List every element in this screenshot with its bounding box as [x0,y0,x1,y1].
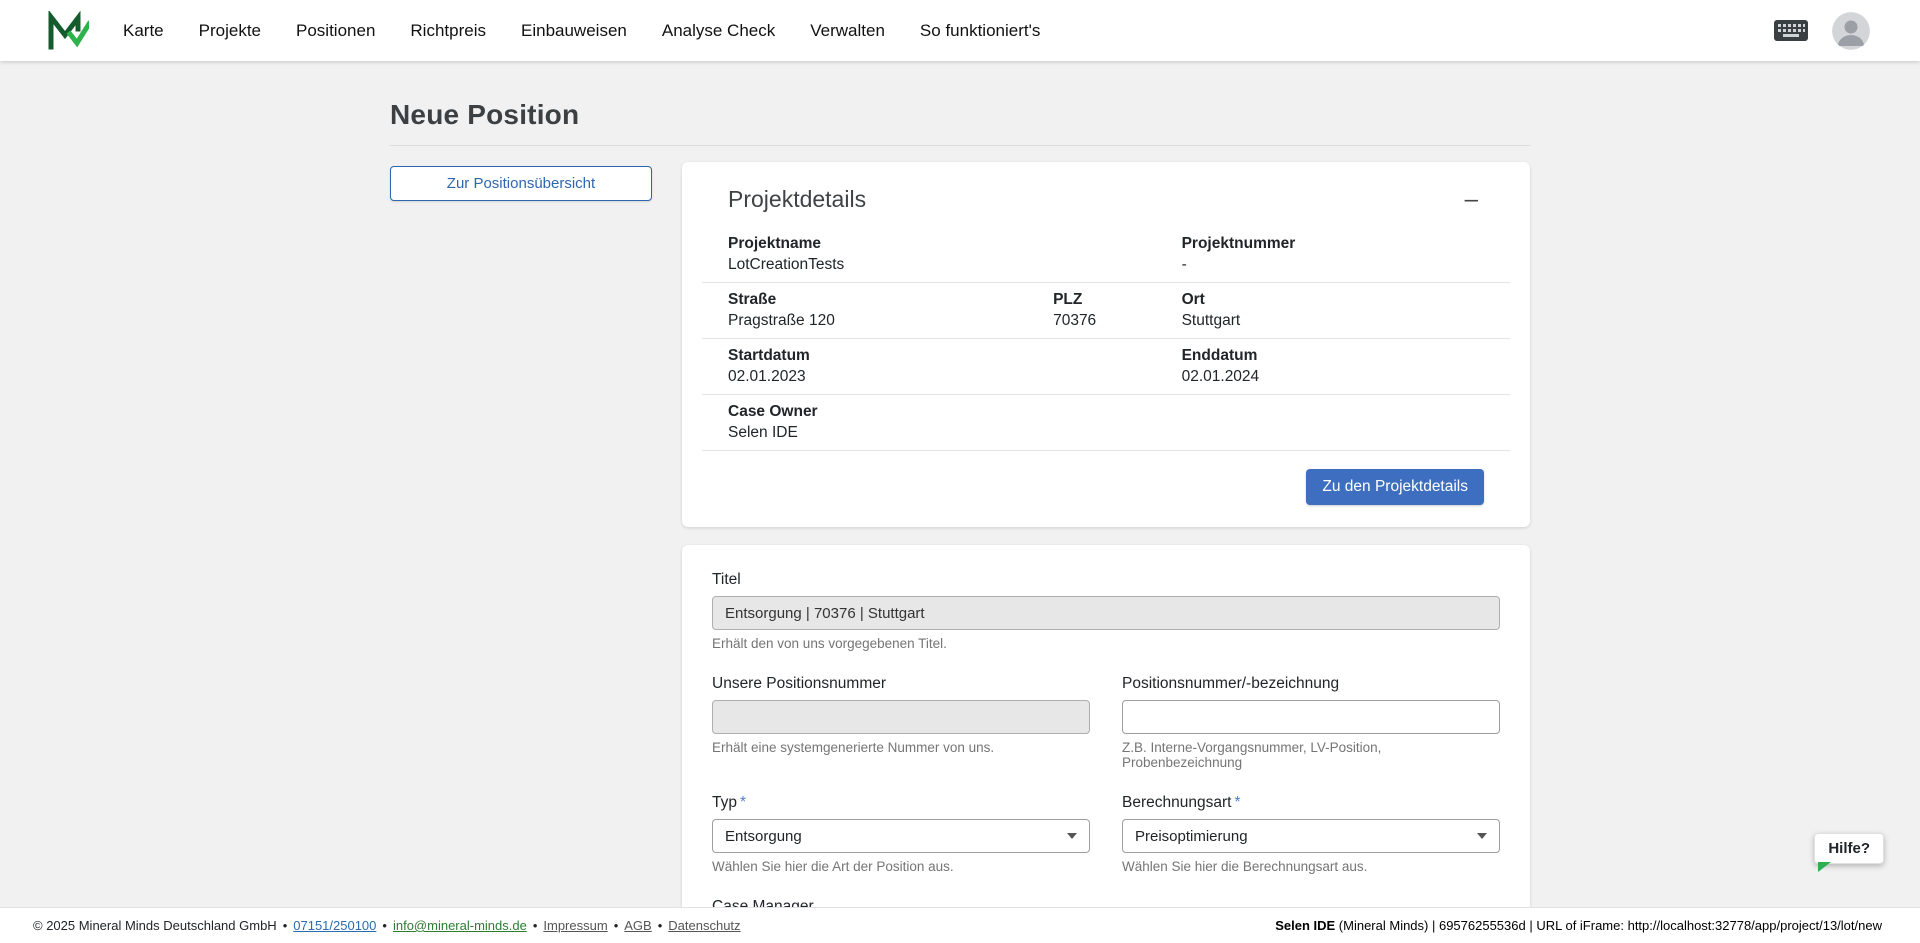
footer: © 2025 Mineral Minds Deutschland GmbH • … [0,907,1920,943]
brand-logo-icon[interactable] [45,11,89,51]
typ-field: Typ* Entsorgung Wählen Sie hier die Art … [712,794,1090,874]
berechnungsart-helper: Wählen Sie hier die Berechnungsart aus. [1122,859,1500,874]
main-content: Neue Position Zur Positionsübersicht Pro… [0,61,1920,943]
footer-copyright: © 2025 Mineral Minds Deutschland GmbH [33,918,277,933]
berechnungsart-label: Berechnungsart* [1122,794,1500,812]
titel-input [712,596,1500,630]
required-asterisk: * [740,794,746,811]
unsere-positionsnummer-field: Unsere Positionsnummer Erhält eine syste… [712,675,1090,770]
plz-field: PLZ 70376 [1053,291,1182,330]
berechnungsart-select-value: Preisoptimierung [1135,828,1248,845]
footer-agb-link[interactable]: AGB [624,918,651,933]
footer-datenschutz-link[interactable]: Datenschutz [668,918,740,933]
berechnungsart-field: Berechnungsart* Preisoptimierung Wählen … [1122,794,1500,874]
project-row-dates: Startdatum 02.01.2023 Enddatum 02.01.202… [702,339,1510,395]
keyboard-icon[interactable] [1774,20,1808,41]
projektnummer-field: Projektnummer - [1182,235,1484,274]
separator: • [533,918,538,933]
topbar-right-actions [1774,12,1870,50]
positionsnummer-label: Positionsnummer/-bezeichnung [1122,675,1500,693]
nav-item-projekte[interactable]: Projekte [199,21,261,41]
back-to-positions-button[interactable]: Zur Positionsübersicht [390,166,652,201]
nav-item-so-funktionierts[interactable]: So funktioniert's [920,21,1040,41]
positionsnummer-helper: Z.B. Interne-Vorgangsnummer, LV-Position… [1122,740,1500,770]
footer-left: © 2025 Mineral Minds Deutschland GmbH • … [33,918,741,933]
typ-helper: Wählen Sie hier die Art der Position aus… [712,859,1090,874]
positionsnummer-input[interactable] [1122,700,1500,734]
new-position-form-card: Titel Erhält den von uns vorgegebenen Ti… [682,545,1530,943]
projektname-field: Projektname LotCreationTests [728,235,1182,274]
typ-select-value: Entsorgung [725,828,802,845]
enddatum-field: Enddatum 02.01.2024 [1182,347,1484,386]
main-nav: Karte Projekte Positionen Richtpreis Ein… [123,21,1040,41]
project-card-title: Projektdetails [728,186,866,213]
nav-item-karte[interactable]: Karte [123,21,164,41]
page-header: Neue Position [390,99,1530,146]
startdatum-field: Startdatum 02.01.2023 [728,347,1182,386]
nav-item-verwalten[interactable]: Verwalten [810,21,885,41]
separator: • [283,918,288,933]
nav-item-positionen[interactable]: Positionen [296,21,375,41]
case-owner-field: Case Owner Selen IDE [728,403,1484,442]
help-button[interactable]: Hilfe? [1814,833,1884,864]
footer-phone-link[interactable]: 07151/250100 [293,918,376,933]
project-row-owner: Case Owner Selen IDE [702,395,1510,451]
footer-email-link[interactable]: info@mineral-minds.de [393,918,527,933]
footer-user: Selen IDE [1275,918,1335,933]
project-details-button[interactable]: Zu den Projektdetails [1306,469,1484,505]
ort-field: Ort Stuttgart [1182,291,1484,330]
typ-select[interactable]: Entsorgung [712,819,1090,853]
required-asterisk: * [1234,794,1240,811]
project-details-card: Projektdetails – Projektname LotCreation… [682,162,1530,527]
strasse-field: Straße Pragstraße 120 [728,291,1053,330]
unsere-positionsnummer-helper: Erhält eine systemgenerierte Nummer von … [712,740,1090,755]
collapse-minus-icon[interactable]: – [1459,188,1484,212]
page-title: Neue Position [390,99,1530,131]
nav-item-richtpreis[interactable]: Richtpreis [410,21,486,41]
chevron-down-icon [1477,833,1487,839]
separator: • [614,918,619,933]
separator: • [658,918,663,933]
user-avatar-icon[interactable] [1832,12,1870,50]
berechnungsart-select[interactable]: Preisoptimierung [1122,819,1500,853]
left-column: Zur Positionsübersicht [390,162,652,201]
unsere-positionsnummer-input [712,700,1090,734]
typ-label: Typ* [712,794,1090,812]
titel-label: Titel [712,571,1500,589]
nav-item-einbauweisen[interactable]: Einbauweisen [521,21,627,41]
project-row-address: Straße Pragstraße 120 PLZ 70376 Ort Stut… [702,283,1510,339]
titel-helper: Erhält den von uns vorgegebenen Titel. [712,636,1500,651]
top-navigation-bar: Karte Projekte Positionen Richtpreis Ein… [0,0,1920,61]
chevron-down-icon [1067,833,1077,839]
project-row-name-number: Projektname LotCreationTests Projektnumm… [702,227,1510,283]
footer-session-info: Selen IDE (Mineral Minds) | 69576255536d… [1275,918,1882,933]
separator: • [382,918,387,933]
titel-field: Titel Erhält den von uns vorgegebenen Ti… [712,571,1500,651]
positionsnummer-field: Positionsnummer/-bezeichnung Z.B. Intern… [1122,675,1500,770]
nav-item-analyse-check[interactable]: Analyse Check [662,21,775,41]
unsere-positionsnummer-label: Unsere Positionsnummer [712,675,1090,693]
footer-impressum-link[interactable]: Impressum [543,918,607,933]
right-column: Projektdetails – Projektname LotCreation… [682,162,1530,943]
